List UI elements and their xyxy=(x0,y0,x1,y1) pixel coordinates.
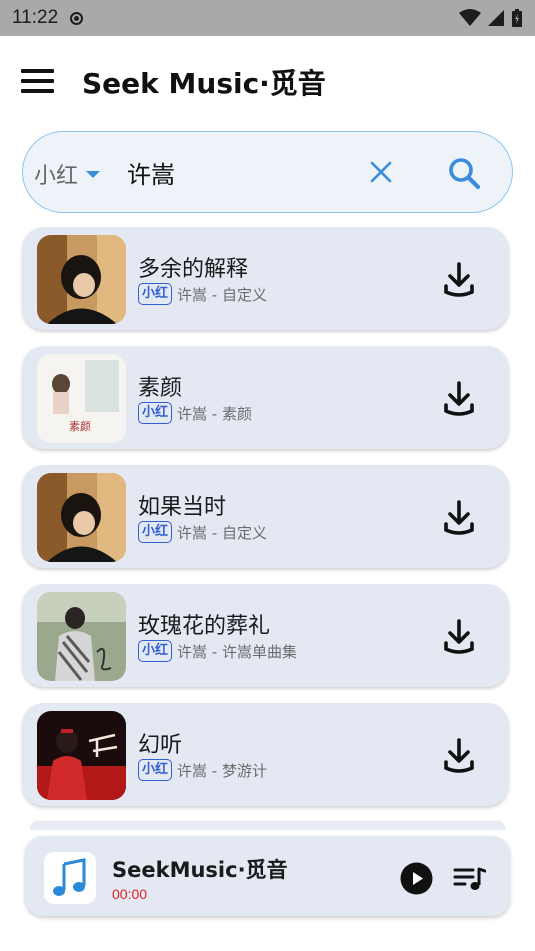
source-badge: 小红 xyxy=(138,640,173,662)
song-meta: 小红 许嵩 - 许嵩单曲集 xyxy=(138,640,297,662)
song-meta: 小红 许嵩 - 自定义 xyxy=(138,521,267,543)
app-title: Seek Music·觅音 xyxy=(82,67,326,100)
song-item[interactable]: 玫瑰花的葬礼 小红 许嵩 - 许嵩单曲集 xyxy=(22,584,509,687)
svg-text:素颜: 素颜 xyxy=(69,420,91,433)
song-meta: 小红 许嵩 - 自定义 xyxy=(138,283,267,305)
song-title: 如果当时 xyxy=(138,495,227,520)
battery-icon xyxy=(512,9,522,27)
status-bar: 11:22 xyxy=(0,0,535,36)
album-cover xyxy=(37,235,126,324)
play-icon[interactable] xyxy=(400,862,433,895)
wifi-icon xyxy=(459,9,481,26)
artist-album: 许嵩 - 自定义 xyxy=(177,285,267,304)
download-icon[interactable] xyxy=(442,500,476,536)
song-meta: 小红 许嵩 - 梦游计 xyxy=(138,759,267,781)
source-badge: 小红 xyxy=(138,759,173,781)
mini-player[interactable]: SeekMusic·觅音 00:00 xyxy=(25,836,510,916)
signal-icon xyxy=(488,10,504,26)
menu-icon[interactable] xyxy=(21,69,54,93)
song-title: 多余的解释 xyxy=(138,257,249,282)
app-bar: Seek Music·觅音 xyxy=(0,36,535,126)
artist-album: 许嵩 - 自定义 xyxy=(177,523,267,542)
album-cover xyxy=(37,711,126,800)
music-note-icon xyxy=(53,858,86,896)
notification-icon xyxy=(70,11,84,25)
download-icon[interactable] xyxy=(442,738,476,774)
song-title: 素颜 xyxy=(138,376,183,401)
search-bar: 小红 xyxy=(22,131,513,213)
player-time: 00:00 xyxy=(112,886,148,902)
song-item[interactable]: 如果当时 小红 许嵩 - 自定义 xyxy=(22,465,509,568)
song-item[interactable]: 幻听 小红 许嵩 - 梦游计 xyxy=(22,703,509,806)
playlist-icon[interactable] xyxy=(453,866,486,892)
download-icon[interactable] xyxy=(442,381,476,417)
download-icon[interactable] xyxy=(442,619,476,655)
source-badge: 小红 xyxy=(138,521,173,543)
source-badge: 小红 xyxy=(138,283,173,305)
caret-down-icon xyxy=(86,170,101,178)
song-title: 玫瑰花的葬礼 xyxy=(138,614,271,639)
song-item[interactable]: 多余的解释 小红 许嵩 - 自定义 xyxy=(22,227,509,330)
album-cover xyxy=(37,473,126,562)
song-item[interactable]: 素颜 素颜 小红 许嵩 - 素颜 xyxy=(22,346,509,449)
player-artwork xyxy=(44,852,96,904)
source-badge: 小红 xyxy=(138,402,173,424)
source-label: 小红 xyxy=(34,164,79,189)
search-icon[interactable] xyxy=(447,156,481,190)
artist-album: 许嵩 - 梦游计 xyxy=(177,761,267,780)
song-meta: 小红 许嵩 - 素颜 xyxy=(138,402,252,424)
artist-album: 许嵩 - 素颜 xyxy=(177,404,252,423)
album-cover xyxy=(37,592,126,681)
status-icons xyxy=(459,8,523,28)
search-input[interactable] xyxy=(127,152,347,192)
source-dropdown[interactable]: 小红 xyxy=(34,158,101,190)
player-title: SeekMusic·觅音 xyxy=(112,858,288,882)
status-time: 11:22 xyxy=(12,7,59,28)
artist-album: 许嵩 - 许嵩单曲集 xyxy=(177,642,297,661)
album-cover: 素颜 xyxy=(37,354,126,443)
close-icon[interactable] xyxy=(369,160,393,184)
song-title: 幻听 xyxy=(138,733,183,758)
next-song-peek xyxy=(30,822,505,830)
download-icon[interactable] xyxy=(442,262,476,298)
